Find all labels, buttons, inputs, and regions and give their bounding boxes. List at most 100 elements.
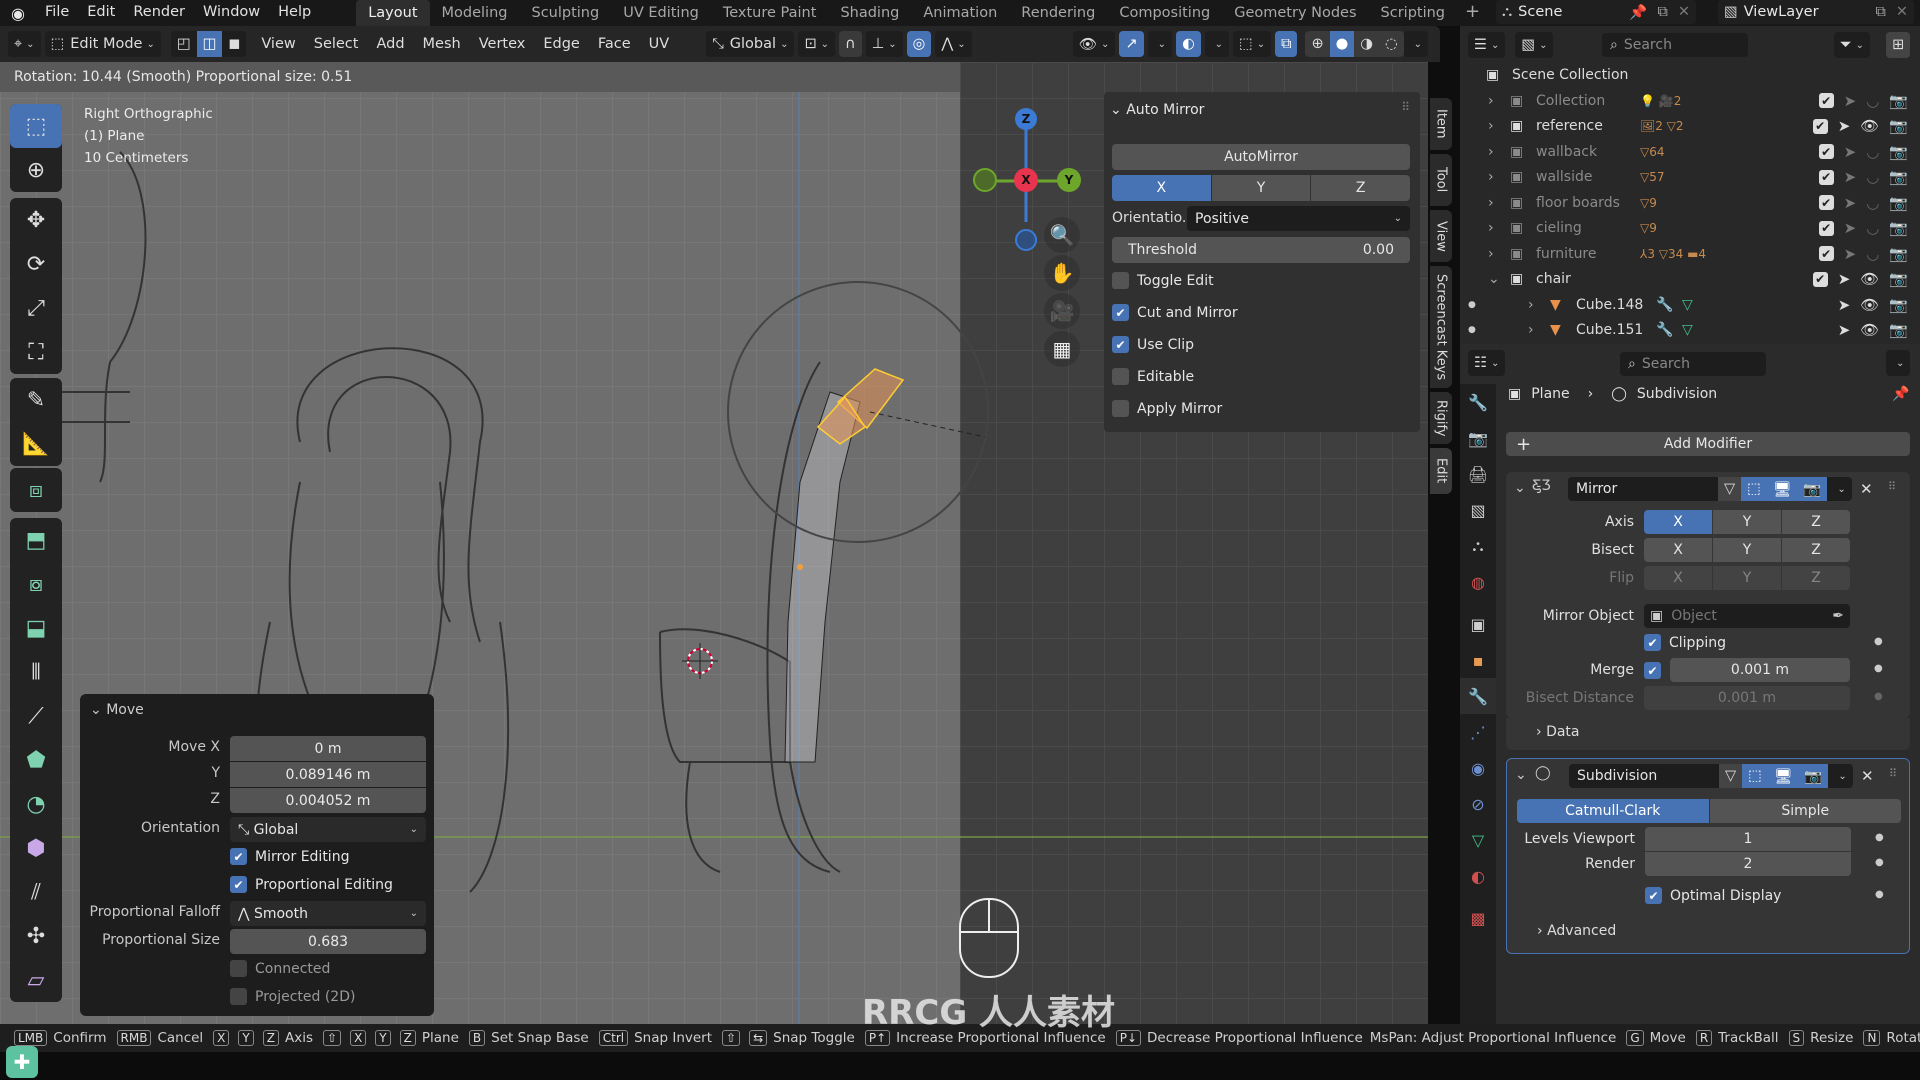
solid-shading-icon[interactable]: ● xyxy=(1329,31,1355,57)
wireframe-shading-icon[interactable]: ⊕ xyxy=(1305,31,1329,57)
proportional-size-field[interactable]: 0.683 xyxy=(230,929,426,954)
snap-target-dropdown[interactable]: ⊥ ⌄ xyxy=(865,31,903,57)
new-scene-icon[interactable]: ⧉ xyxy=(1653,4,1671,20)
edit-mode-toggle-icon[interactable]: ⬚ xyxy=(1741,477,1767,501)
pivot-point-dropdown[interactable]: ⊡ ⌄ xyxy=(798,31,835,57)
expand-chevron-icon[interactable]: › xyxy=(1488,220,1494,236)
menu-select[interactable]: Select xyxy=(305,36,368,52)
mesh-edit-overlays[interactable]: ⬚ ⌄ xyxy=(1233,31,1272,57)
menu-file[interactable]: File xyxy=(36,0,78,26)
mirror-axis-z[interactable]: Z xyxy=(1782,510,1850,534)
move-x-field[interactable]: 0 m xyxy=(230,736,426,761)
catmull-clark-button[interactable]: Catmull-Clark xyxy=(1517,799,1709,823)
outliner-item-name[interactable]: chair xyxy=(1536,271,1571,287)
scene-tab-icon[interactable]: ⛬ xyxy=(1460,528,1496,564)
render-toggle-icon[interactable]: 📷 xyxy=(1797,477,1828,501)
collapse-chevron-icon[interactable]: ⌄ xyxy=(1515,767,1527,783)
merge-checkbox[interactable]: ✔ xyxy=(1644,662,1669,679)
hidden-eye-icon[interactable]: ◡ xyxy=(1866,219,1879,237)
gizmo-z-axis[interactable]: Z xyxy=(1015,108,1037,130)
render-camera-icon[interactable]: 📷 xyxy=(1889,117,1908,135)
outliner-row[interactable]: › ▣ cieling ▽9 ✔ ➤ ◡ 📷 xyxy=(1460,216,1920,241)
outliner-item-name[interactable]: Cube.151 xyxy=(1576,322,1643,338)
automirror-button[interactable]: AutoMirror xyxy=(1112,144,1410,170)
properties-editor-type[interactable]: ☷ ⌄ xyxy=(1468,350,1506,376)
outliner-item-name[interactable]: floor boards xyxy=(1536,195,1620,211)
mirror-data-subpanel[interactable]: › Data xyxy=(1506,718,1910,750)
extrude-tool-icon[interactable]: ⬒ xyxy=(10,518,62,562)
bisect-axis-z[interactable]: Z xyxy=(1782,538,1850,562)
selectable-pointer-icon[interactable]: ➤ xyxy=(1844,245,1857,263)
keyframe-dot-icon[interactable]: ● xyxy=(1875,889,1884,900)
outliner-row[interactable]: ⌄ ▣ chair ✔ ➤ 👁 📷 xyxy=(1460,267,1920,292)
render-toggle-icon[interactable]: 📷 xyxy=(1798,764,1829,788)
add-modifier-button[interactable]: + Add Modifier xyxy=(1506,432,1910,456)
collection-tab-icon[interactable]: ▣ xyxy=(1460,606,1496,642)
pan-view-icon[interactable]: ✋ xyxy=(1044,255,1080,291)
menu-uv[interactable]: UV xyxy=(640,36,679,52)
outliner-item-name[interactable]: cieling xyxy=(1536,220,1582,236)
eye-icon[interactable]: 👁 xyxy=(1860,270,1879,288)
exclude-checkbox[interactable]: ✔ xyxy=(1818,220,1834,236)
smooth-tool-icon[interactable]: ⬢ xyxy=(10,826,62,870)
projected-checkbox[interactable]: Projected (2D) xyxy=(230,988,355,1005)
properties-search-input[interactable]: ⌕ Search xyxy=(1620,352,1766,376)
keyframe-dot-icon[interactable]: ● xyxy=(1874,691,1883,702)
modifier-wrench-icon[interactable]: 🔧 xyxy=(1656,297,1673,313)
subdivision-name-field[interactable]: Subdivision xyxy=(1569,764,1719,788)
expand-chevron-icon[interactable]: › xyxy=(1488,246,1494,262)
mesh-data-icon[interactable]: ▽ xyxy=(1682,322,1693,338)
display-mode-dropdown[interactable]: ☰ ⌄ xyxy=(1468,32,1506,58)
outliner-row[interactable]: › ▣ Collection 💡 🎥2 ✔ ➤ ◡ 📷 xyxy=(1460,88,1920,113)
object-tab-icon[interactable]: ▪ xyxy=(1460,642,1496,678)
hidden-eye-icon[interactable]: ◡ xyxy=(1866,143,1879,161)
proportional-editing-toggle[interactable]: ◎ xyxy=(906,31,932,57)
app-shortcut-icon[interactable]: ✚ xyxy=(6,1046,38,1078)
tab-layout[interactable]: Layout xyxy=(356,0,430,26)
render-camera-icon[interactable]: 📷 xyxy=(1889,296,1908,314)
mirror-editing-checkbox[interactable]: ✔ Mirror Editing xyxy=(230,848,349,865)
outliner-item-name[interactable]: Collection xyxy=(1536,93,1605,109)
visibility-dropdown[interactable]: 👁 ⌄ xyxy=(1072,31,1116,57)
overlays-dropdown[interactable]: ⌄ xyxy=(1204,31,1230,57)
scene-selector[interactable]: ⛬ Scene 📌 ⧉ ✕ xyxy=(1496,0,1696,24)
new-collection-button[interactable]: ⊞ xyxy=(1886,32,1911,58)
material-shading-icon[interactable]: ◑ xyxy=(1354,31,1379,57)
render-tab-icon[interactable]: 📷 xyxy=(1460,420,1496,456)
orientation-dropdown[interactable]: Positive ⌄ xyxy=(1187,206,1410,231)
face-select-icon[interactable]: ◼ xyxy=(222,31,247,57)
exclude-checkbox[interactable]: ✔ xyxy=(1818,169,1834,185)
simple-button[interactable]: Simple xyxy=(1709,799,1901,823)
gizmo-neg-y-axis[interactable] xyxy=(973,168,997,192)
outliner-row[interactable]: › ▣ furniture ⅄3 ▽34 ▬4 ✔ ➤ ◡ 📷 xyxy=(1460,241,1920,266)
filter-dropdown[interactable]: ⏷ ⌄ xyxy=(1834,32,1870,58)
move-y-field[interactable]: 0.089146 m xyxy=(230,762,426,787)
expand-chevron-icon[interactable]: › xyxy=(1488,144,1494,160)
sidetab-view[interactable]: View xyxy=(1430,210,1452,262)
exclude-checkbox[interactable]: ✔ xyxy=(1818,195,1834,210)
data-tab-icon[interactable]: ▽ xyxy=(1460,822,1496,858)
exclude-checkbox[interactable]: ✔ xyxy=(1812,271,1828,287)
menu-vertex[interactable]: Vertex xyxy=(470,36,535,52)
selectable-pointer-icon[interactable]: ➤ xyxy=(1838,117,1851,135)
connected-checkbox[interactable]: Connected xyxy=(230,960,330,977)
outliner-row-scene-collection[interactable]: ▣ Scene Collection xyxy=(1460,62,1920,87)
shrink-fatten-tool-icon[interactable]: ✣ xyxy=(10,914,62,958)
edit-mode-toggle-icon[interactable]: ⬚ xyxy=(1742,764,1768,788)
texture-tab-icon[interactable]: ▩ xyxy=(1460,900,1496,936)
gizmo-toggle[interactable]: ↗ xyxy=(1119,31,1144,57)
vertex-select-icon[interactable]: ◰ xyxy=(170,31,197,57)
outliner-row[interactable]: ● › ▼ Cube.148 🔧 ▽ ➤ 👁 📷 xyxy=(1460,292,1920,317)
collapse-chevron-icon[interactable]: ⌄ xyxy=(1488,271,1500,287)
editor-type-button[interactable]: ⌖ ⌄ xyxy=(8,31,41,57)
collapse-chevron-icon[interactable]: ⌄ xyxy=(1514,480,1526,496)
expand-chevron-icon[interactable]: › xyxy=(1488,118,1494,134)
tab-uv-editing[interactable]: UV Editing xyxy=(611,0,711,26)
rotate-tool-icon[interactable]: ⟳ xyxy=(10,242,62,286)
apply-mirror-checkbox[interactable]: Apply Mirror xyxy=(1112,400,1222,417)
snap-toggle[interactable]: ∩ xyxy=(839,31,862,57)
outliner-item-name[interactable]: Cube.148 xyxy=(1576,297,1643,313)
advanced-subpanel[interactable]: › Advanced xyxy=(1537,923,1616,939)
select-box-tool-icon[interactable]: ⬚ xyxy=(10,104,62,148)
mirror-name-field[interactable]: Mirror xyxy=(1568,477,1718,501)
